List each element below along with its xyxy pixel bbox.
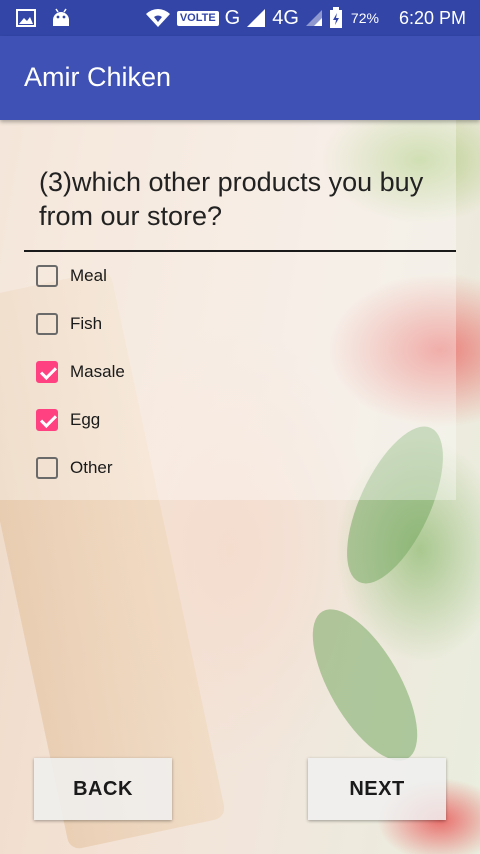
volte-badge: VOLTE xyxy=(176,10,219,26)
image-icon xyxy=(16,9,36,27)
app-title: Amir Chiken xyxy=(24,61,172,92)
option-meal[interactable]: Meal xyxy=(34,252,125,300)
app-bar: Amir Chiken xyxy=(0,36,480,120)
status-bar: VOLTE G 4G 72% 6:20 PM xyxy=(0,0,480,36)
option-masale[interactable]: Masale xyxy=(34,348,125,396)
option-other[interactable]: Other xyxy=(34,444,125,492)
checkbox[interactable] xyxy=(36,409,58,431)
checkbox[interactable] xyxy=(36,265,58,287)
network-g-label: G xyxy=(224,6,241,29)
clock: 6:20 PM xyxy=(398,7,466,28)
option-label: Fish xyxy=(70,314,103,333)
next-button[interactable]: NEXT xyxy=(308,758,446,820)
leaf-shape xyxy=(292,593,438,777)
network-4g-label: 4G xyxy=(272,6,299,29)
option-label: Other xyxy=(70,458,113,477)
wifi-icon xyxy=(145,8,171,28)
back-button[interactable]: BACK xyxy=(34,758,172,820)
options-list: Meal Fish Masale Egg Other xyxy=(34,252,125,492)
battery-percent: 72% xyxy=(350,10,379,26)
battery-icon xyxy=(329,7,343,29)
question-text: (3)which other products you buy from our… xyxy=(39,167,424,231)
option-label: Egg xyxy=(70,410,101,429)
checkbox[interactable] xyxy=(36,457,58,479)
checkbox[interactable] xyxy=(36,313,58,335)
signal-weak-icon xyxy=(305,9,323,27)
option-fish[interactable]: Fish xyxy=(34,300,125,348)
option-egg[interactable]: Egg xyxy=(34,396,125,444)
checkbox[interactable] xyxy=(36,361,58,383)
signal-icon xyxy=(246,8,266,28)
option-label: Masale xyxy=(70,362,125,381)
android-icon xyxy=(50,8,72,28)
option-label: Meal xyxy=(70,266,107,285)
